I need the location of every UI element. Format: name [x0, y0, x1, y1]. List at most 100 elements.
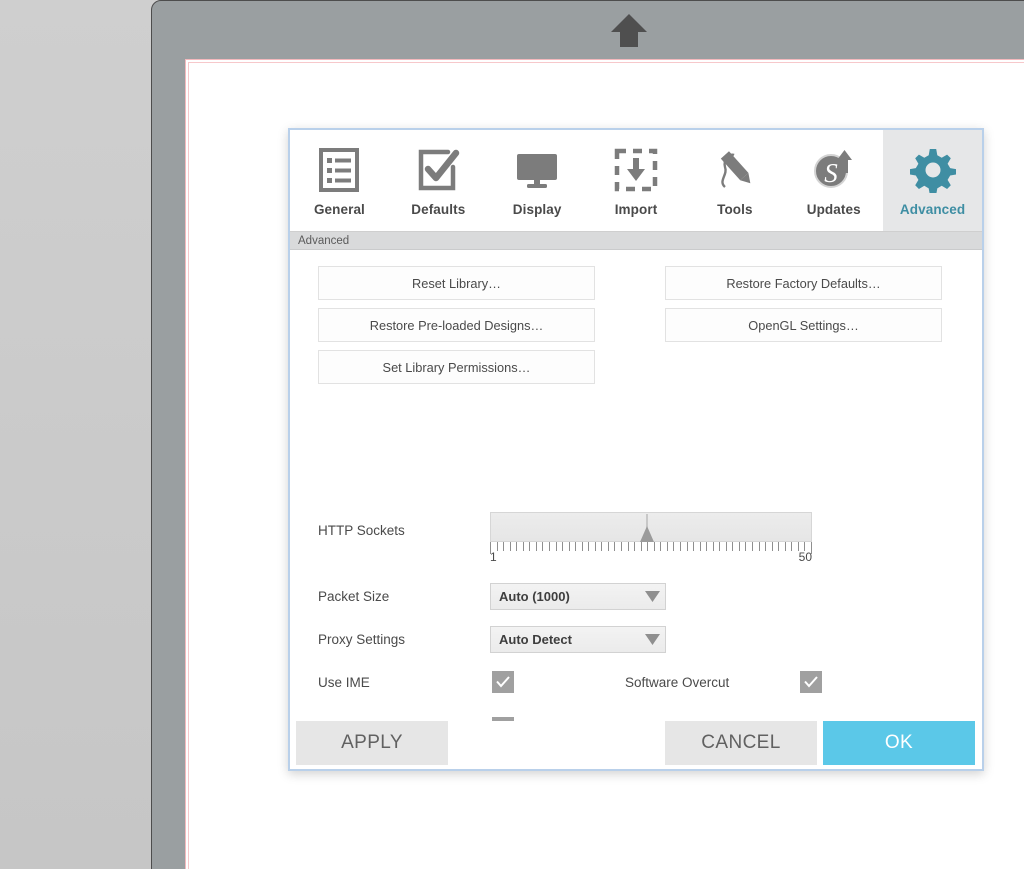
tab-label-advanced: Advanced — [899, 202, 966, 217]
check-icon — [496, 676, 510, 688]
tab-label-display: Display — [512, 202, 562, 217]
set-library-permissions-button[interactable]: Set Library Permissions… — [318, 350, 595, 384]
http-sockets-label: HTTP Sockets — [318, 523, 405, 538]
slider-tick — [542, 542, 544, 551]
slider-min-label: 1 — [490, 550, 497, 564]
chevron-down-icon — [639, 634, 665, 645]
tab-label-general: General — [313, 202, 365, 217]
import-download-icon — [608, 144, 664, 196]
slider-tick — [529, 542, 531, 551]
slider-tick — [568, 542, 570, 551]
slider-tick — [771, 542, 773, 551]
monitor-icon — [509, 144, 565, 196]
http-sockets-slider[interactable]: 1 50 — [490, 512, 812, 564]
dialog-subheader: Advanced — [290, 232, 982, 250]
app-toolbar — [152, 1, 1024, 59]
tab-defaults[interactable]: Defaults — [388, 130, 488, 231]
restore-preloaded-designs-button[interactable]: Restore Pre-loaded Designs… — [318, 308, 595, 342]
slider-tick — [562, 542, 564, 551]
tab-label-updates: Updates — [806, 202, 861, 217]
tab-import[interactable]: Import — [586, 130, 686, 231]
slider-tick — [660, 542, 662, 551]
gear-icon — [905, 144, 961, 196]
slider-tick — [588, 542, 590, 551]
slider-tick — [666, 542, 668, 551]
packet-size-label: Packet Size — [318, 589, 390, 604]
opengl-settings-button[interactable]: OpenGL Settings… — [665, 308, 942, 342]
software-overcut-checkbox[interactable] — [800, 671, 822, 693]
slider-tick — [503, 542, 505, 551]
slider-tick — [712, 542, 714, 551]
dialog-body: Reset Library… Restore Pre-loaded Design… — [290, 250, 982, 739]
tab-advanced[interactable]: Advanced — [883, 130, 983, 231]
slider-tick — [791, 542, 793, 551]
slider-tick — [555, 542, 557, 551]
slider-tick — [548, 542, 550, 551]
slider-tick — [699, 542, 701, 551]
reset-library-button[interactable]: Reset Library… — [318, 266, 595, 300]
slider-tick — [745, 542, 747, 551]
tab-updates[interactable]: S Updates — [784, 130, 884, 231]
checkbox-checked-icon — [410, 144, 466, 196]
chevron-down-icon — [639, 591, 665, 602]
slider-tick — [607, 542, 609, 551]
slider-tick — [535, 542, 537, 551]
slider-tick — [522, 542, 524, 551]
preferences-tabstrip: General Defaults Display Import Tools S … — [290, 130, 983, 232]
slider-tick — [693, 542, 695, 551]
slider-tick — [581, 542, 583, 551]
slider-tick — [784, 542, 786, 551]
tab-label-import: Import — [614, 202, 658, 217]
slider-tick — [679, 542, 681, 551]
pencil-icon — [707, 144, 763, 196]
slider-tick — [758, 542, 760, 551]
slider-tick — [621, 542, 623, 551]
cancel-button[interactable]: CANCEL — [665, 721, 817, 765]
packet-size-value: Auto (1000) — [499, 589, 570, 604]
preferences-dialog: General Defaults Display Import Tools S … — [288, 128, 984, 771]
slider-tick — [719, 542, 721, 551]
slider-tick — [732, 542, 734, 551]
slider-tick — [516, 542, 518, 551]
slider-tick — [778, 542, 780, 551]
slider-tick — [686, 542, 688, 551]
use-ime-label: Use IME — [318, 675, 370, 690]
slider-tick — [575, 542, 577, 551]
packet-size-select[interactable]: Auto (1000) — [490, 583, 666, 610]
slider-tick — [738, 542, 740, 551]
slider-tick — [594, 542, 596, 551]
list-document-icon — [311, 144, 367, 196]
screen: General Defaults Display Import Tools S … — [0, 0, 1024, 869]
slider-thumb[interactable] — [639, 514, 655, 544]
tab-tools[interactable]: Tools — [685, 130, 785, 231]
silhouette-update-icon: S — [806, 144, 862, 196]
restore-factory-defaults-button[interactable]: Restore Factory Defaults… — [665, 266, 942, 300]
use-ime-checkbox[interactable] — [492, 671, 514, 693]
dialog-footer: APPLY CANCEL OK — [290, 721, 982, 769]
check-icon — [804, 676, 818, 688]
apply-button[interactable]: APPLY — [296, 721, 448, 765]
proxy-settings-value: Auto Detect — [499, 632, 572, 647]
ok-button[interactable]: OK — [823, 721, 975, 765]
slider-tick — [673, 542, 675, 551]
svg-text:S: S — [824, 158, 838, 188]
tab-display[interactable]: Display — [487, 130, 587, 231]
slider-tick — [765, 542, 767, 551]
tab-label-tools: Tools — [717, 202, 753, 217]
proxy-settings-label: Proxy Settings — [318, 632, 406, 647]
slider-tick — [509, 542, 511, 551]
slider-tick — [634, 542, 636, 551]
slider-max-label: 50 — [798, 550, 812, 564]
software-overcut-label: Software Overcut — [625, 675, 730, 690]
slider-tick — [706, 542, 708, 551]
slider-tick — [725, 542, 727, 551]
slider-tick — [752, 542, 754, 551]
subheader-label: Advanced — [298, 234, 350, 247]
proxy-settings-select[interactable]: Auto Detect — [490, 626, 666, 653]
slider-tick — [627, 542, 629, 551]
slider-tick — [601, 542, 603, 551]
tab-label-defaults: Defaults — [411, 202, 466, 217]
tab-general[interactable]: General — [290, 130, 389, 231]
slider-tick — [614, 542, 616, 551]
up-arrow-icon[interactable] — [607, 11, 651, 51]
